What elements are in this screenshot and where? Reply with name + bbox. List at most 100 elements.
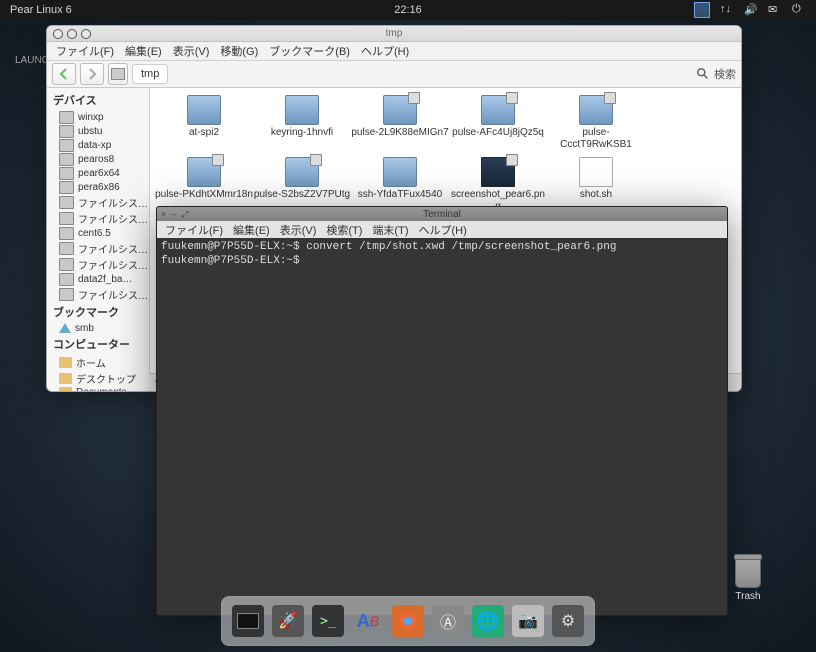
network-icon[interactable]: ↑↓ [720, 3, 734, 17]
sidebar-item[interactable]: pearos8 [47, 152, 149, 166]
file-label: pulse-PKdhtXMmr18n [155, 189, 253, 201]
file-item[interactable]: at-spi2 [155, 93, 253, 155]
drive-icon [59, 125, 74, 138]
indicator-icon[interactable] [694, 2, 710, 18]
term-output[interactable]: fuukemn@P7P55D-ELX:~$ convert /tmp/shot.… [157, 238, 727, 270]
folder-icon [59, 387, 72, 392]
file-label: keyring-1hnvfi [271, 127, 333, 139]
drive-icon [59, 258, 74, 271]
fm-titlebar[interactable]: tmp [47, 26, 741, 42]
sidebar-item[interactable]: ubstu [47, 124, 149, 138]
trash-icon[interactable]: Trash [735, 558, 761, 602]
menu-item[interactable]: 表示(V) [169, 42, 214, 60]
dock-rocket-icon[interactable]: 🚀 [272, 605, 304, 637]
menu-item[interactable]: ブックマーク(B) [265, 42, 354, 60]
power-icon[interactable]: ⏻ [792, 3, 806, 17]
sidebar-item[interactable]: ホーム [47, 354, 149, 370]
sidebar-item-label: cent6.5 [78, 228, 111, 239]
file-label: pulse-CcctT9RwKSB1 [547, 127, 645, 151]
sidebar-item[interactable]: ファイルシス… [47, 286, 149, 302]
dock-font-icon[interactable]: AB [352, 605, 384, 637]
image-icon [481, 157, 515, 187]
sidebar-item-label: winxp [78, 112, 104, 123]
os-name: Pear Linux 6 [10, 4, 72, 16]
sidebar-item[interactable]: cent6.5 [47, 226, 149, 240]
dock-appstore-icon[interactable]: Ⓐ [432, 605, 464, 637]
drive-icon [59, 227, 74, 240]
top-panel: Pear Linux 6 22:16 ↑↓ 🔊 ✉ ⏻ [0, 0, 816, 20]
volume-icon[interactable]: 🔊 [744, 3, 758, 17]
drive-icon [59, 288, 74, 301]
drive-icon [59, 153, 74, 166]
dock-camera-icon[interactable]: 📷 [512, 605, 544, 637]
fm-title-text: tmp [386, 28, 403, 39]
file-label: pulse-AFc4Uj8jQz5q [452, 127, 544, 139]
dock[interactable]: 🚀>_AB Ⓐ🌐📷⚙ [221, 596, 595, 646]
file-label: shot.sh [580, 189, 612, 201]
file-label: pulse-2L9K88eMIGn7 [351, 127, 448, 139]
file-item[interactable]: pulse-AFc4Uj8jQz5q [449, 93, 547, 155]
menu-item[interactable]: ファイル(F) [161, 221, 227, 239]
sidebar-item[interactable]: smb [47, 322, 149, 334]
file-item[interactable]: keyring-1hnvfi [253, 93, 351, 155]
window-buttons[interactable] [53, 29, 91, 39]
menu-item[interactable]: ヘルプ(H) [414, 221, 470, 239]
sidebar-item[interactable]: pera6x86 [47, 180, 149, 194]
menu-item[interactable]: ファイル(F) [52, 42, 118, 60]
path-root-button[interactable] [108, 63, 128, 85]
drive-icon [59, 273, 74, 286]
menu-item[interactable]: 編集(E) [121, 42, 166, 60]
smb-icon [59, 323, 71, 333]
term-titlebar[interactable]: ×–⤢ Terminal [157, 207, 727, 221]
window-buttons[interactable]: ×–⤢ [161, 209, 188, 220]
menu-item[interactable]: 端末(T) [368, 221, 412, 239]
menu-item[interactable]: 編集(E) [229, 221, 274, 239]
sidebar-item[interactable]: data2f_ba… [47, 272, 149, 286]
dock-firefox-icon[interactable] [392, 605, 424, 637]
sidebar-item[interactable]: デスクトップ [47, 370, 149, 386]
file-item[interactable]: pulse-2L9K88eMIGn7 [351, 93, 449, 155]
dock-settings-icon[interactable]: ⚙ [552, 605, 584, 637]
sidebar-item[interactable]: winxp [47, 110, 149, 124]
sidebar-item[interactable]: ファイルシス… [47, 194, 149, 210]
sidebar-item[interactable]: pear6x64 [47, 166, 149, 180]
breadcrumb[interactable]: tmp [132, 64, 168, 84]
window-control[interactable]: – [171, 209, 176, 220]
menu-item[interactable]: 移動(G) [216, 42, 262, 60]
file-item[interactable]: pulse-CcctT9RwKSB1 [547, 93, 645, 155]
drive-icon [59, 196, 74, 209]
menu-item[interactable]: 表示(V) [276, 221, 321, 239]
sidebar-item-label: ubstu [78, 126, 102, 137]
menu-item[interactable]: 検索(T) [322, 221, 366, 239]
file-label: pulse-S2bsZ2V7PUtg [254, 189, 350, 201]
term-menubar[interactable]: ファイル(F)編集(E)表示(V)検索(T)端末(T)ヘルプ(H) [157, 221, 727, 238]
sidebar-item[interactable]: Documents [47, 386, 149, 391]
term-title-text: Terminal [423, 209, 461, 220]
sidebar-item-label: smb [75, 323, 94, 334]
forward-button[interactable] [80, 63, 104, 85]
folder-icon [59, 373, 72, 384]
sidebar-item[interactable]: ファイルシス… [47, 210, 149, 226]
sidebar-item[interactable]: ファイルシス… [47, 256, 149, 272]
fm-toolbar: tmp 検索 [47, 61, 741, 88]
mail-icon[interactable]: ✉ [768, 3, 782, 17]
top-indicators: ↑↓ 🔊 ✉ ⏻ [694, 2, 806, 18]
window-control[interactable]: ⤢ [181, 209, 188, 220]
sidebar-item-label: pearos8 [78, 154, 114, 165]
document-icon [579, 157, 613, 187]
menu-item[interactable]: ヘルプ(H) [357, 42, 413, 60]
folder-icon [383, 157, 417, 187]
back-button[interactable] [52, 63, 76, 85]
dock-terminal-icon[interactable]: >_ [312, 605, 344, 637]
sidebar-item-label: data2f_ba… [78, 274, 133, 285]
fm-menubar[interactable]: ファイル(F)編集(E)表示(V)移動(G)ブックマーク(B)ヘルプ(H) [47, 42, 741, 61]
search-area[interactable]: 検索 [696, 66, 736, 82]
fm-sidebar[interactable]: デバイスwinxpubstudata-xppearos8pear6x64pera… [47, 88, 150, 391]
dock-globe-icon[interactable]: 🌐 [472, 605, 504, 637]
folder-icon [383, 95, 417, 125]
sidebar-item[interactable]: data-xp [47, 138, 149, 152]
dock-monitor-icon[interactable] [232, 605, 264, 637]
drive-icon [59, 139, 74, 152]
sidebar-item[interactable]: ファイルシス… [47, 240, 149, 256]
window-control[interactable]: × [161, 209, 166, 220]
